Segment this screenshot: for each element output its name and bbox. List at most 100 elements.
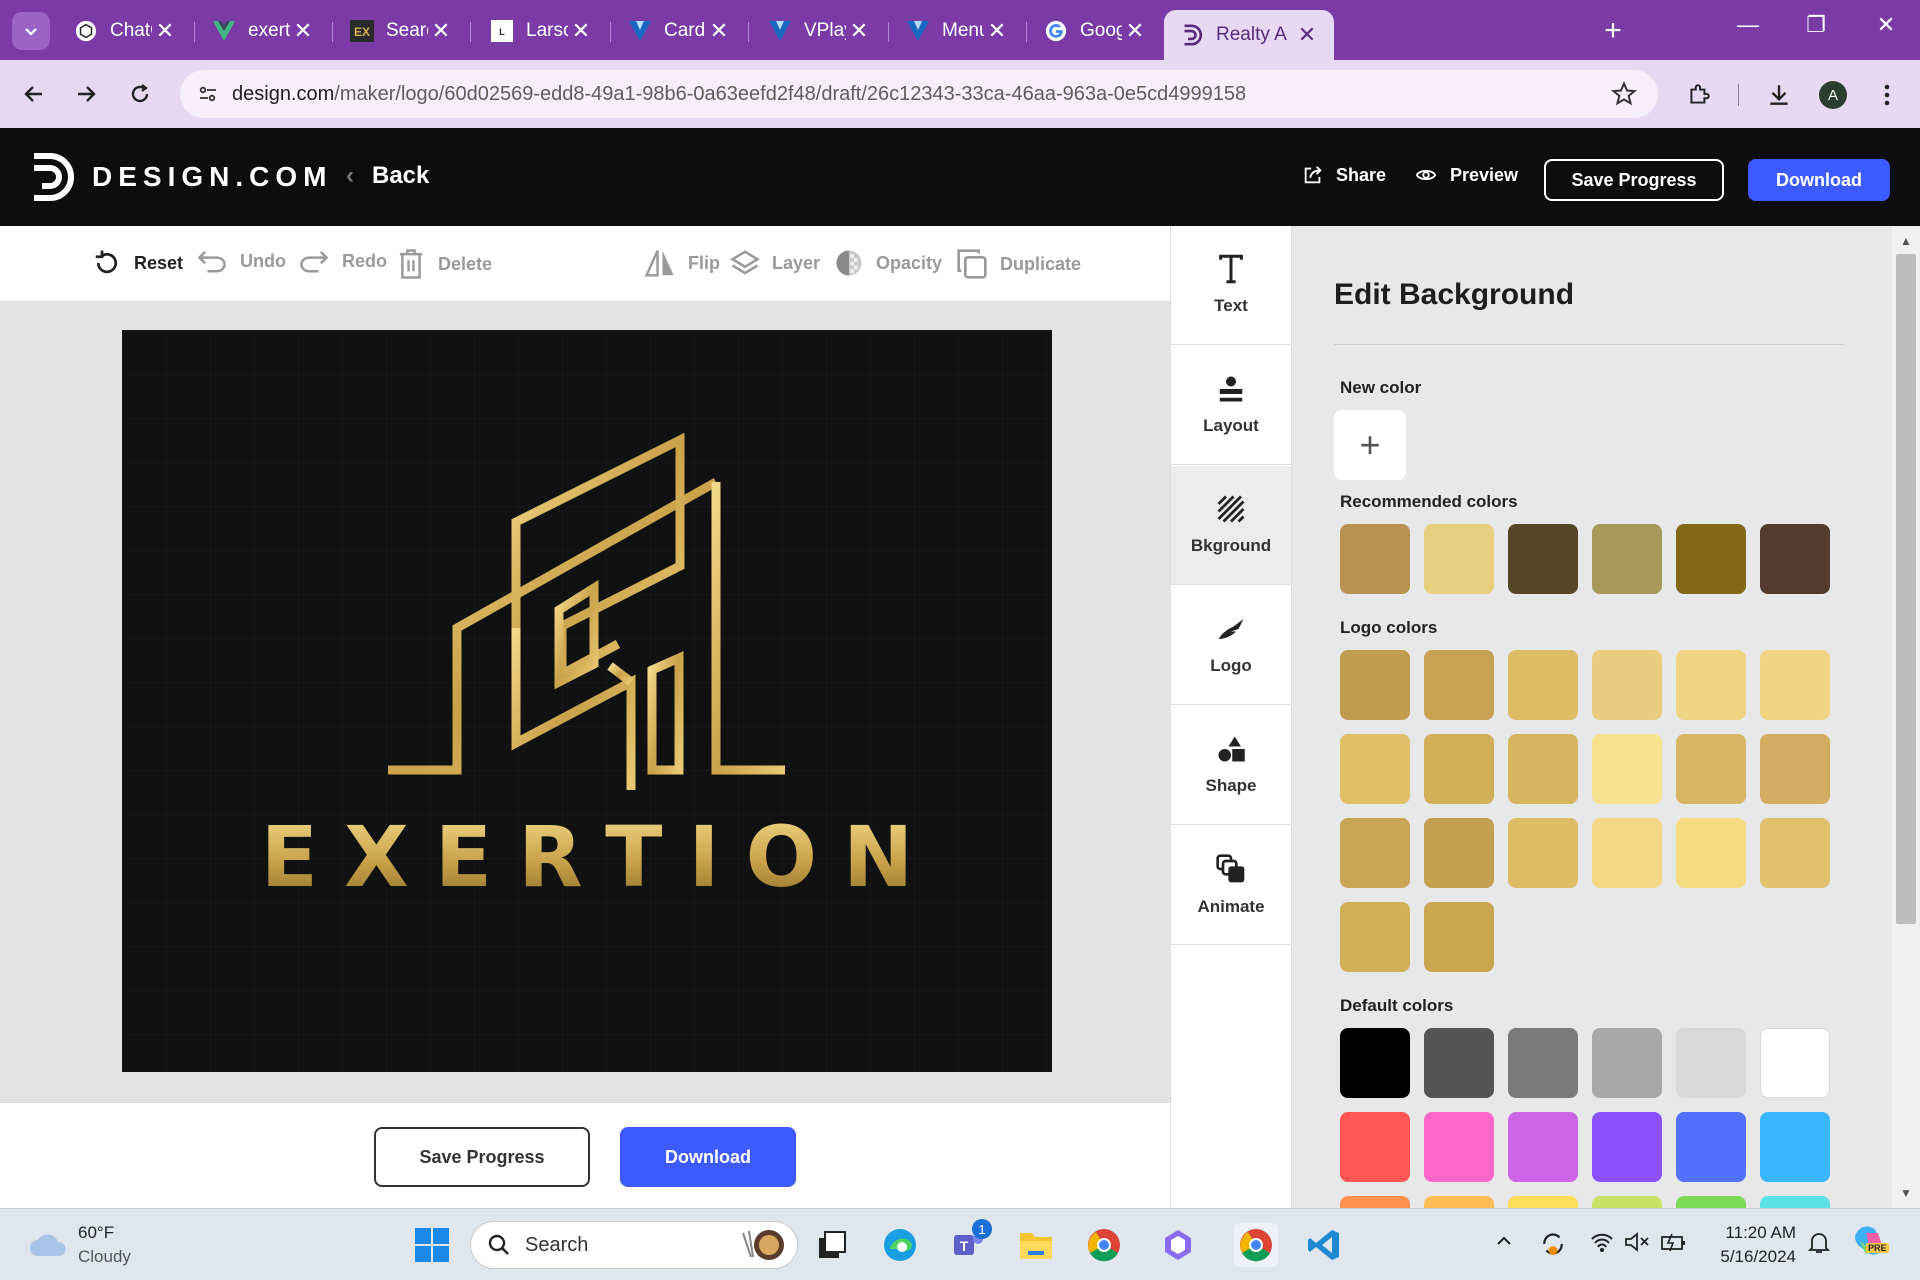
default-color-swatch[interactable] <box>1676 1112 1746 1182</box>
recommended-color-swatch[interactable] <box>1340 524 1410 594</box>
default-color-swatch[interactable] <box>1592 1112 1662 1182</box>
recommended-color-swatch[interactable] <box>1424 524 1494 594</box>
logo-color-swatch[interactable] <box>1676 650 1746 720</box>
logo-color-swatch[interactable] <box>1760 734 1830 804</box>
back-button[interactable]: ‹ Back <box>346 162 429 190</box>
close-tab-icon[interactable]: ✕ <box>568 18 594 44</box>
system-clock[interactable]: 11:20 AM 5/16/2024 <box>1700 1221 1796 1269</box>
add-color-button[interactable]: + <box>1334 410 1406 480</box>
copilot-app[interactable] <box>1156 1223 1200 1267</box>
browser-tab[interactable]: VPlay✕ <box>752 10 886 52</box>
scroll-up-arrow[interactable]: ▲ <box>1900 234 1912 248</box>
default-color-swatch[interactable] <box>1424 1028 1494 1098</box>
recommended-color-swatch[interactable] <box>1760 524 1830 594</box>
battery-tray-icon[interactable] <box>1660 1231 1686 1258</box>
browser-tab[interactable]: L Larson I✕ <box>474 10 608 52</box>
logo-wordmark[interactable]: EXERTION <box>122 808 1052 906</box>
logo-color-swatch[interactable] <box>1676 818 1746 888</box>
side-nav-shape[interactable]: Shape <box>1171 706 1291 825</box>
extensions-button[interactable] <box>1682 78 1716 112</box>
profile-button[interactable]: A <box>1816 78 1850 112</box>
recommended-color-swatch[interactable] <box>1508 524 1578 594</box>
logo-color-swatch[interactable] <box>1676 734 1746 804</box>
logo-color-swatch[interactable] <box>1424 650 1494 720</box>
reset-button[interactable]: Reset <box>92 248 183 278</box>
default-color-swatch[interactable] <box>1508 1196 1578 1208</box>
building-logo-mark[interactable] <box>122 330 1052 1072</box>
file-explorer-app[interactable] <box>1014 1223 1058 1267</box>
logo-color-swatch[interactable] <box>1424 734 1494 804</box>
download-button[interactable]: Download <box>1748 159 1890 201</box>
omnibox[interactable]: design.com/maker/logo/60d02569-edd8-49a1… <box>180 70 1658 118</box>
browser-tab[interactable]: ChatGPT✕ <box>58 10 192 52</box>
tab-search-button[interactable] <box>12 12 50 50</box>
minimize-button[interactable]: — <box>1728 12 1768 38</box>
browser-tab[interactable]: EX Search R✕ <box>334 10 468 52</box>
logo-color-swatch[interactable] <box>1340 650 1410 720</box>
close-tab-icon[interactable]: ✕ <box>1294 22 1320 48</box>
browser-menu-button[interactable] <box>1870 78 1904 112</box>
duplicate-button[interactable]: Duplicate <box>956 248 1081 280</box>
share-button[interactable]: Share <box>1302 164 1386 186</box>
task-view-button[interactable] <box>810 1223 854 1267</box>
close-window-button[interactable]: ✕ <box>1866 12 1906 38</box>
default-color-swatch[interactable] <box>1760 1112 1830 1182</box>
back-nav-button[interactable] <box>18 78 50 110</box>
default-color-swatch[interactable] <box>1424 1112 1494 1182</box>
logo-color-swatch[interactable] <box>1508 650 1578 720</box>
taskbar-search-input[interactable]: Search <box>470 1221 798 1269</box>
undo-button[interactable]: Undo <box>196 248 286 274</box>
bookmark-star-icon[interactable] <box>1610 80 1638 113</box>
close-tab-icon[interactable]: ✕ <box>706 18 732 44</box>
logo-artboard[interactable]: EXERTION <box>122 330 1052 1072</box>
recommended-color-swatch[interactable] <box>1592 524 1662 594</box>
logo-color-swatch[interactable] <box>1592 734 1662 804</box>
close-tab-icon[interactable]: ✕ <box>290 18 316 44</box>
vscode-app[interactable] <box>1302 1223 1346 1267</box>
browser-tab[interactable]: Card co✕ <box>612 10 746 52</box>
logo-color-swatch[interactable] <box>1424 902 1494 972</box>
save-progress-button[interactable]: Save Progress <box>1544 159 1724 201</box>
default-color-swatch[interactable] <box>1592 1196 1662 1208</box>
panel-scrollbar[interactable]: ▲ ▼ <box>1892 226 1920 1208</box>
logo-color-swatch[interactable] <box>1760 650 1830 720</box>
logo-color-swatch[interactable] <box>1592 818 1662 888</box>
side-nav-layout[interactable]: Layout <box>1171 346 1291 465</box>
browser-tab[interactable]: Realty A ✕ <box>1164 10 1334 60</box>
close-tab-icon[interactable]: ✕ <box>152 18 178 44</box>
default-color-swatch[interactable] <box>1676 1028 1746 1098</box>
side-nav-logo[interactable]: Logo <box>1171 586 1291 705</box>
restore-button[interactable]: ❐ <box>1796 12 1836 38</box>
chrome-active-app[interactable] <box>1234 1223 1278 1267</box>
logo-color-swatch[interactable] <box>1592 650 1662 720</box>
logo-color-swatch[interactable] <box>1340 902 1410 972</box>
wifi-tray-icon[interactable] <box>1590 1231 1614 1258</box>
logo-color-swatch[interactable] <box>1508 734 1578 804</box>
side-nav-background[interactable]: Bkground <box>1171 466 1291 585</box>
notifications-button[interactable] <box>1807 1231 1831 1260</box>
close-tab-icon[interactable]: ✕ <box>984 18 1010 44</box>
default-color-swatch[interactable] <box>1592 1028 1662 1098</box>
default-color-swatch[interactable] <box>1760 1196 1830 1208</box>
volume-tray-icon[interactable] <box>1624 1231 1650 1258</box>
default-color-swatch[interactable] <box>1760 1028 1830 1098</box>
teams-app[interactable]: T 1 <box>946 1219 992 1267</box>
copilot-preview-button[interactable]: PRE <box>1852 1223 1889 1264</box>
chrome-app[interactable] <box>1082 1223 1126 1267</box>
default-color-swatch[interactable] <box>1340 1028 1410 1098</box>
browser-tab[interactable]: exertion✕ <box>196 10 330 52</box>
brand-logo[interactable]: DESIGN.COM <box>28 152 332 202</box>
show-hidden-icons-button[interactable] <box>1494 1231 1514 1256</box>
close-tab-icon[interactable]: ✕ <box>846 18 872 44</box>
redo-button[interactable]: Redo <box>298 248 387 274</box>
browser-tab[interactable]: Google✕ <box>1028 10 1162 52</box>
new-tab-button[interactable]: + <box>1598 14 1628 48</box>
logo-color-swatch[interactable] <box>1508 818 1578 888</box>
logo-color-swatch[interactable] <box>1340 734 1410 804</box>
bottom-download-button[interactable]: Download <box>620 1127 796 1187</box>
side-nav-animate[interactable]: Animate <box>1171 826 1291 945</box>
default-color-swatch[interactable] <box>1508 1112 1578 1182</box>
logo-color-swatch[interactable] <box>1760 818 1830 888</box>
scroll-down-arrow[interactable]: ▼ <box>1900 1186 1912 1200</box>
preview-button[interactable]: Preview <box>1414 164 1518 186</box>
